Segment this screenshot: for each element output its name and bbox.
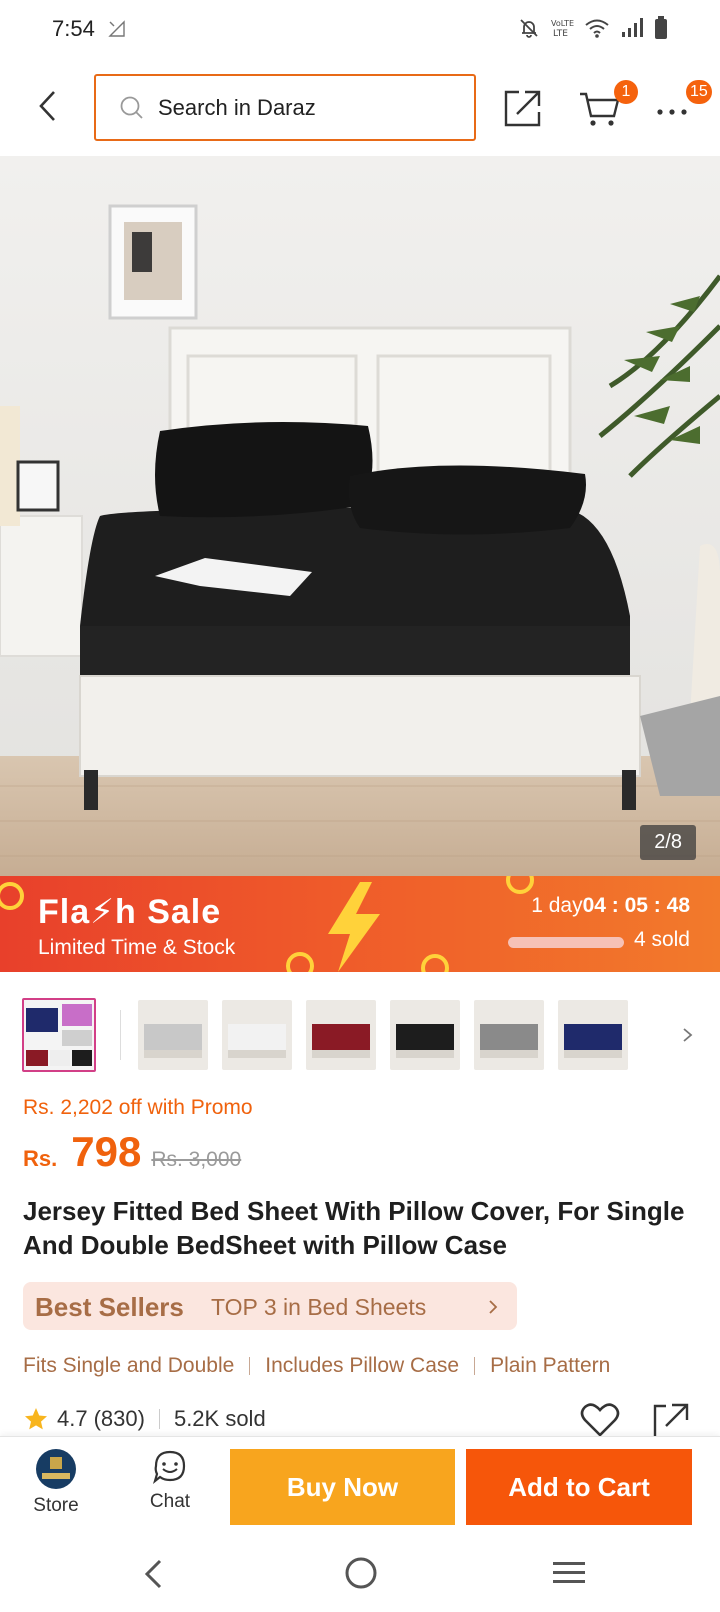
thumbnail-image: [558, 1000, 628, 1070]
thumbnail-item[interactable]: [390, 1000, 460, 1070]
tag-divider: [249, 1357, 251, 1375]
notification-count-badge: 15: [686, 80, 712, 104]
product-image[interactable]: 2/8: [0, 156, 720, 876]
wifi-icon: [585, 19, 609, 38]
volte-icon: VoLTE LTE: [551, 19, 574, 39]
buy-now-button[interactable]: Buy Now: [230, 1449, 455, 1525]
search-placeholder: Search in Daraz: [158, 94, 316, 120]
thumbnail-divider: [120, 1010, 121, 1060]
svg-text:VoLTE: VoLTE: [551, 19, 574, 28]
chat-button[interactable]: Chat: [134, 1449, 206, 1527]
flash-sale-timer: 1 day04 : 05 : 48: [531, 894, 690, 918]
lightning-icon: [328, 882, 380, 972]
sold-count: 5.2K sold: [173, 1406, 266, 1431]
nav-back-icon[interactable]: [142, 1558, 166, 1590]
best-sellers-rank: TOP 3 in Bed Sheets: [211, 1294, 427, 1320]
price-currency: Rs.: [23, 1146, 58, 1171]
timer-days: 1 day: [531, 894, 583, 917]
thumbnail-image: [138, 1000, 208, 1070]
thumbnail-image: [306, 1000, 376, 1070]
rating-score: 4.7: [57, 1406, 88, 1431]
chevron-right-icon: [489, 1300, 498, 1314]
thumbnail-item[interactable]: [306, 1000, 376, 1070]
bottom-action-bar: Store Chat Buy Now Add to Cart: [0, 1436, 720, 1534]
feature-tag: Includes Pillow Case: [265, 1354, 460, 1377]
rating-divider: [158, 1409, 160, 1429]
tag-divider: [474, 1357, 476, 1375]
back-icon[interactable]: [30, 86, 66, 126]
add-to-cart-button[interactable]: Add to Cart: [466, 1449, 692, 1525]
store-logo-icon: [36, 1449, 76, 1489]
thumbnail-image: [474, 1000, 544, 1070]
rating-count: (830): [93, 1406, 145, 1431]
more-icon[interactable]: [655, 102, 695, 122]
share-icon[interactable]: [652, 1400, 692, 1440]
price-current: 798: [71, 1128, 142, 1175]
thumbnail-colors-collage[interactable]: [22, 998, 96, 1072]
price-row: Rs. 798 Rs. 3,000: [23, 1128, 241, 1176]
thumbnail-image: [222, 1000, 292, 1070]
star-icon: [25, 1408, 47, 1430]
status-bar: 7:54 VoLTE LTE: [0, 0, 720, 60]
feature-tag: Plain Pattern: [490, 1354, 611, 1377]
chat-icon: [152, 1450, 186, 1485]
thumbnail-image: [390, 1000, 460, 1070]
best-sellers-label: Best Sellers: [35, 1292, 184, 1322]
nav-home-icon[interactable]: [344, 1556, 378, 1590]
rating-row[interactable]: 4.7 (830) 5.2K sold: [23, 1406, 266, 1432]
flash-sold-count: 4 sold: [633, 928, 690, 951]
thumbnail-item[interactable]: [558, 1000, 628, 1070]
image-counter: 2/8: [640, 825, 696, 860]
header: Search in Daraz 1 15: [0, 64, 720, 154]
no-signal-icon: [108, 20, 125, 37]
heart-icon[interactable]: [580, 1402, 620, 1438]
mute-icon: [520, 19, 538, 38]
status-time: 7:54: [52, 16, 95, 41]
flash-sale-banner[interactable]: Fla⚡h Sale Limited Time & Stock 1 day04 …: [0, 876, 720, 972]
battery-icon: [655, 16, 667, 39]
nav-recents-icon[interactable]: [552, 1560, 586, 1586]
timer-countdown: 04 : 05 : 48: [582, 894, 690, 917]
thumbnail-item[interactable]: [222, 1000, 292, 1070]
bedroom-image: [0, 156, 720, 876]
feature-tag: Fits Single and Double: [23, 1354, 235, 1377]
thumbnail-image: [24, 1000, 94, 1070]
thumbnail-item[interactable]: [474, 1000, 544, 1070]
price-original: Rs. 3,000: [151, 1148, 242, 1171]
flash-sale-subtitle: Limited Time & Stock: [38, 936, 236, 959]
cart-count-badge: 1: [614, 80, 638, 104]
promo-discount[interactable]: Rs. 2,202 off with Promo: [23, 1096, 253, 1120]
product-title: Jersey Fitted Bed Sheet With Pillow Cove…: [23, 1196, 685, 1260]
feature-tags: Fits Single and Double Includes Pillow C…: [23, 1354, 610, 1378]
store-button[interactable]: Store: [20, 1449, 92, 1527]
thumbnail-strip: [22, 998, 712, 1074]
signal-icon: [622, 18, 643, 37]
thumbnail-item[interactable]: [138, 1000, 208, 1070]
flash-sale-title: Fla⚡h Sale: [38, 893, 222, 931]
chevron-right-icon[interactable]: [678, 1020, 698, 1050]
share-icon[interactable]: [503, 86, 543, 128]
svg-text:LTE: LTE: [553, 29, 568, 39]
search-input[interactable]: Search in Daraz: [94, 74, 476, 141]
store-label: Store: [33, 1495, 79, 1516]
search-icon: [120, 96, 143, 119]
system-nav-bar: [0, 1534, 720, 1612]
sold-progress-bar: [508, 937, 624, 948]
best-sellers-banner[interactable]: Best Sellers TOP 3 in Bed Sheets: [23, 1282, 517, 1330]
chat-label: Chat: [149, 1491, 191, 1512]
